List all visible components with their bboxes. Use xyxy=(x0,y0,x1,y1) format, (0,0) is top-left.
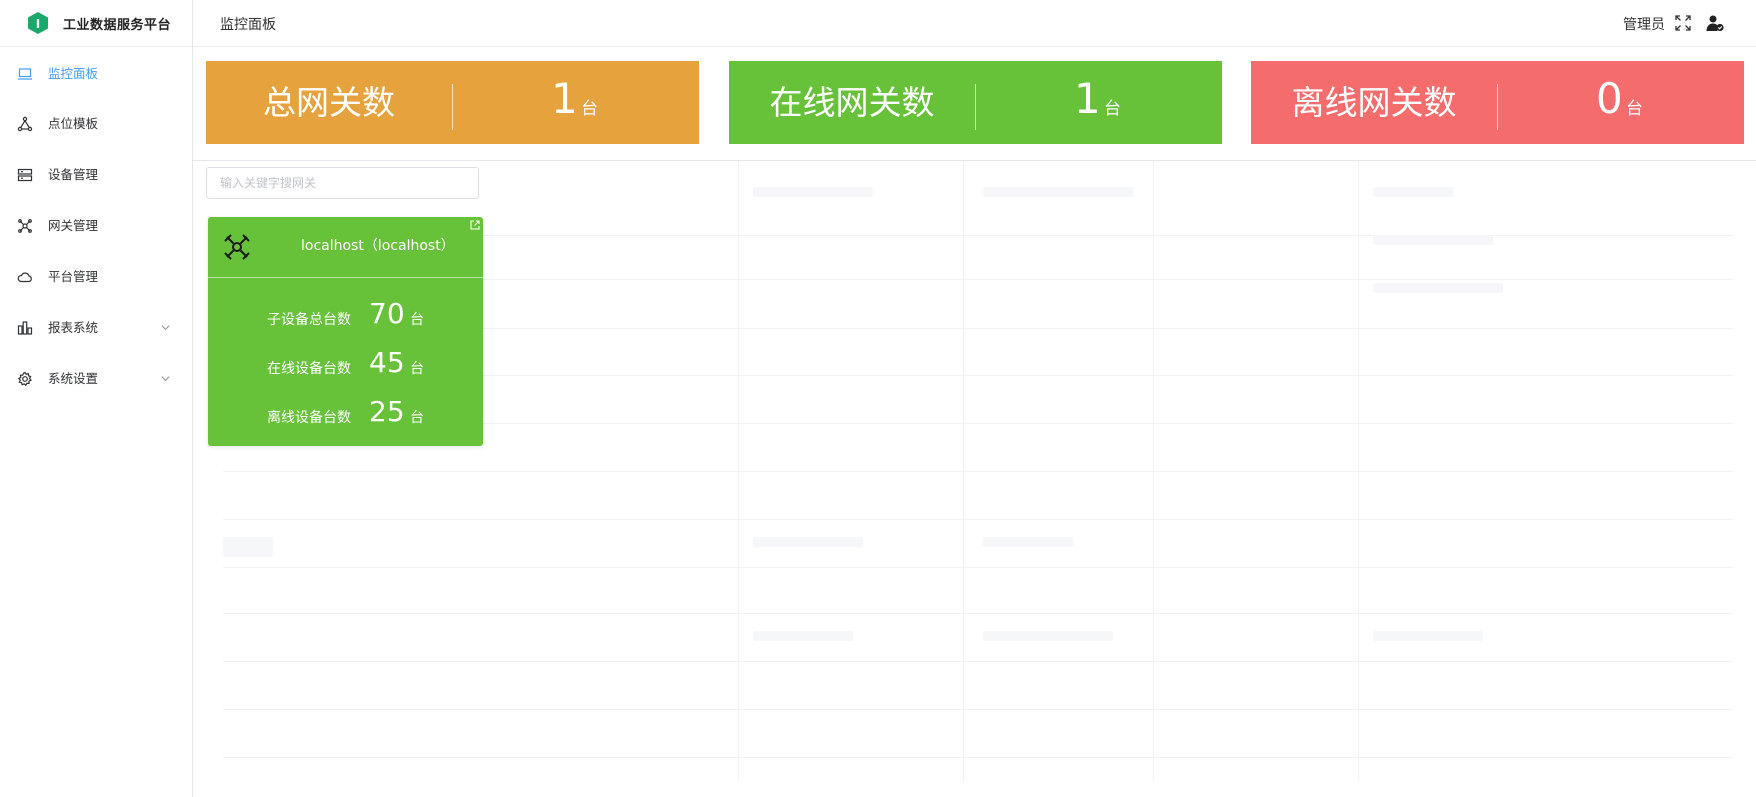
stat-value: 1 xyxy=(551,74,578,123)
external-link-icon[interactable] xyxy=(469,219,481,231)
gateway-icon xyxy=(224,234,250,260)
gear-icon xyxy=(17,371,32,387)
gateway-icon xyxy=(18,219,32,233)
cloud-icon xyxy=(17,272,32,283)
stat-card-online: 在线网关数 1 台 xyxy=(729,61,1222,144)
stat-value: 0 xyxy=(1596,74,1623,123)
sidebar-item-label: 平台管理 xyxy=(48,269,99,284)
row-label: 离线设备台数 xyxy=(267,410,351,426)
sidebar-item-label: 设备管理 xyxy=(48,167,99,182)
stat-divider xyxy=(452,84,453,130)
stat-unit: 台 xyxy=(581,99,598,119)
sidebar-item-device[interactable]: 设备管理 xyxy=(0,154,192,196)
search-input[interactable] xyxy=(206,167,479,199)
stat-label: 总网关数 xyxy=(263,83,395,122)
gateway-card[interactable]: localhost（localhost） 子设备总台数 70 台 在线设备台数 … xyxy=(208,217,483,446)
sidebar: I 工业数据服务平台 监控面板 点位模板 设备管理 网关管理 平台管理 报表系统… xyxy=(0,0,193,797)
row-label: 子设备总台数 xyxy=(267,312,351,328)
logo-icon: I xyxy=(28,12,48,34)
sidebar-item-label: 监控面板 xyxy=(48,66,99,81)
sidebar-item-point-template[interactable]: 点位模板 xyxy=(0,103,192,145)
sidebar-item-label: 系统设置 xyxy=(48,371,99,386)
row-label: 在线设备台数 xyxy=(267,361,351,377)
bar-chart-icon xyxy=(17,321,33,335)
nodes-icon xyxy=(17,116,33,132)
gateway-card-header: localhost（localhost） xyxy=(208,217,483,278)
chevron-down-icon xyxy=(161,325,170,331)
user-avatar-icon[interactable] xyxy=(1705,13,1725,33)
sidebar-item-report[interactable]: 报表系统 xyxy=(0,307,192,349)
row-value: 25 xyxy=(369,395,405,428)
stat-card-total: 总网关数 1 台 xyxy=(206,61,699,144)
row-value: 70 xyxy=(369,297,405,330)
row-unit: 台 xyxy=(410,361,424,377)
stat-unit: 台 xyxy=(1626,99,1643,119)
row-unit: 台 xyxy=(410,312,424,328)
server-icon xyxy=(17,168,33,182)
sidebar-item-gateway[interactable]: 网关管理 xyxy=(0,205,192,247)
stat-row-offline-devices: 离线设备台数 25 台 xyxy=(208,395,483,435)
chevron-down-icon xyxy=(161,376,170,382)
top-header: 监控面板 管理员 xyxy=(193,0,1756,47)
row-value: 45 xyxy=(369,346,405,379)
sidebar-item-label: 网关管理 xyxy=(48,218,99,233)
page-title: 监控面板 xyxy=(220,17,276,33)
monitor-icon xyxy=(18,68,32,80)
stat-divider xyxy=(975,84,976,130)
stat-card-offline: 离线网关数 0 台 xyxy=(1251,61,1744,144)
sidebar-item-label: 点位模板 xyxy=(48,116,99,131)
row-unit: 台 xyxy=(410,410,424,426)
gateway-name: localhost（localhost） xyxy=(301,238,455,254)
user-name[interactable]: 管理员 xyxy=(1623,14,1665,34)
sidebar-item-settings[interactable]: 系统设置 xyxy=(0,358,192,400)
stat-row-total-devices: 子设备总台数 70 台 xyxy=(208,297,483,337)
stat-divider xyxy=(1497,84,1498,130)
brand: I 工业数据服务平台 xyxy=(0,0,192,47)
svg-text:I: I xyxy=(36,17,40,31)
stat-label: 离线网关数 xyxy=(1291,83,1457,122)
app-title: 工业数据服务平台 xyxy=(63,17,172,33)
stat-value: 1 xyxy=(1074,74,1101,123)
sidebar-item-platform[interactable]: 平台管理 xyxy=(0,256,192,298)
stat-row-online-devices: 在线设备台数 45 台 xyxy=(208,346,483,386)
stat-label: 在线网关数 xyxy=(769,83,935,122)
fullscreen-icon[interactable] xyxy=(1674,14,1692,32)
sidebar-item-label: 报表系统 xyxy=(48,320,99,335)
sidebar-item-monitor[interactable]: 监控面板 xyxy=(0,53,192,95)
stat-unit: 台 xyxy=(1104,99,1121,119)
